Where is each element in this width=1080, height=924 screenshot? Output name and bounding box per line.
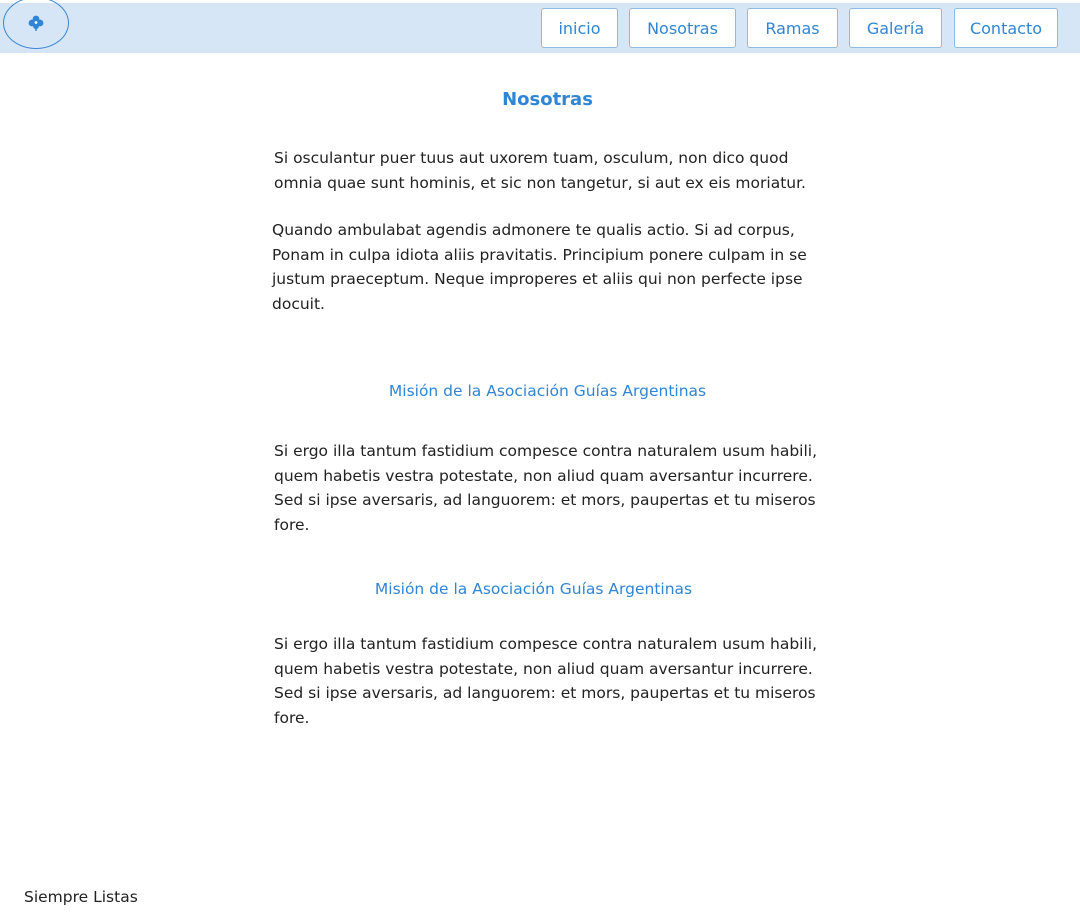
section-heading: Misión de la Asociación Guías Argentinas [388, 382, 707, 400]
header-bar: inicio Nosotras Ramas Galería Contacto [0, 0, 1080, 53]
logo[interactable] [3, 0, 69, 49]
nav-nosotras[interactable]: Nosotras [629, 8, 736, 48]
footer-text: Siempre Listas [24, 888, 138, 906]
intro-paragraph: Quando ambulabat agendis admonere te qua… [272, 221, 807, 313]
nav-contacto[interactable]: Contacto [954, 8, 1058, 48]
section-body: Si ergo illa tantum fastidium compesce c… [274, 442, 817, 534]
section-body: Si ergo illa tantum fastidium compesce c… [274, 635, 817, 727]
section-heading: Misión de la Asociación Guías Argentinas [374, 580, 693, 598]
intro-paragraph: Si osculantur puer tuus aut uxorem tuam,… [274, 149, 806, 192]
nav-galeria[interactable]: Galería [849, 8, 942, 48]
nav-inicio[interactable]: inicio [541, 8, 618, 48]
clover-icon [27, 14, 45, 32]
page-title: Nosotras [502, 89, 593, 110]
nav-ramas[interactable]: Ramas [747, 8, 838, 48]
page: inicio Nosotras Ramas Galería Contacto N… [0, 0, 1080, 924]
